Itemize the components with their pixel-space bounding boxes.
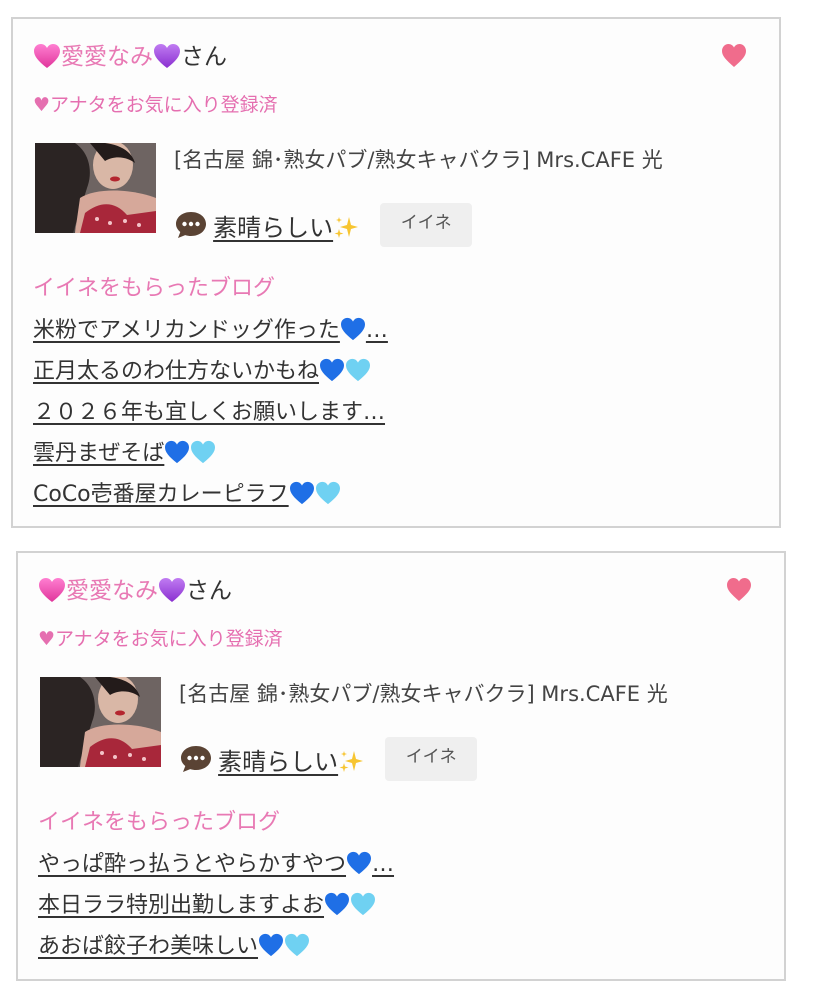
blog-heading: イイネをもらったブログ: [33, 276, 276, 301]
light-blue-heart-icon: [191, 440, 216, 464]
comment-link[interactable]: 素晴らしい: [213, 214, 359, 242]
blog-link[interactable]: CoCo壱番屋カレーピラフ: [33, 481, 341, 507]
user-line: 愛愛なみ さん: [33, 37, 227, 77]
blog-list: 米粉でアメリカンドッグ作った… 正月太るのわ仕方ないかもね ２０２６年も宜しくお…: [33, 312, 388, 517]
blue-heart-icon: [165, 440, 190, 464]
blog-link[interactable]: 米粉でアメリカンドッグ作った…: [33, 317, 388, 343]
blog-link[interactable]: ２０２６年も宜しくお願いします…: [33, 400, 385, 425]
blog-link[interactable]: 雲丹まぜそば: [33, 440, 216, 466]
comment-link[interactable]: 素晴らしい: [218, 748, 364, 776]
blog-item: やっぱ酔っ払うとやらかすやつ…: [38, 846, 394, 887]
speech-bubble-icon: [176, 212, 206, 238]
blue-heart-icon: [347, 851, 372, 875]
iine-badge: イイネ: [380, 203, 473, 247]
blue-heart-icon: [259, 933, 284, 957]
blog-heading: イイネをもらったブログ: [38, 810, 281, 835]
blog-item: あおば餃子わ美味しい: [38, 928, 394, 969]
user-name-link[interactable]: 愛愛なみ: [66, 578, 158, 604]
sparkles-icon: [339, 750, 364, 772]
like-card: 愛愛なみ さん ♥アナタをお気に入り登録済 [名古屋 錦･熟女パブ/熟女キャバクラ…: [11, 17, 781, 528]
user-name-link[interactable]: 愛愛なみ: [61, 44, 153, 70]
iine-badge: イイネ: [385, 737, 478, 781]
shop-name: [名古屋 錦･熟女パブ/熟女キャバクラ] Mrs.CAFE 光: [179, 682, 668, 706]
blog-link[interactable]: やっぱ酔っ払うとやらかすやつ…: [38, 851, 394, 877]
heart-icon[interactable]: [726, 577, 752, 603]
blog-item: 本日ララ特別出勤しますよお: [38, 887, 394, 928]
heart-icon[interactable]: [721, 43, 747, 69]
light-blue-heart-icon: [346, 358, 371, 382]
like-card: 愛愛なみ さん ♥アナタをお気に入り登録済 [名古屋 錦･熟女パブ/熟女キャバクラ…: [16, 551, 786, 981]
blog-item: ２０２６年も宜しくお願いします…: [33, 394, 388, 435]
purple-heart-icon: [154, 44, 180, 68]
profile-thumbnail[interactable]: [35, 143, 156, 233]
pink-heart-icon: [34, 44, 60, 68]
user-suffix: さん: [181, 44, 227, 70]
blog-item: 正月太るのわ仕方ないかもね: [33, 353, 388, 394]
light-blue-heart-icon: [351, 892, 376, 916]
light-blue-heart-icon: [315, 481, 340, 505]
blog-item: CoCo壱番屋カレーピラフ: [33, 476, 388, 517]
comment-row: 素晴らしい イイネ: [174, 203, 473, 247]
light-blue-heart-icon: [285, 933, 310, 957]
blog-link[interactable]: 正月太るのわ仕方ないかもね: [33, 358, 371, 384]
user-suffix: さん: [186, 578, 232, 604]
blue-heart-icon: [320, 358, 345, 382]
shop-name: [名古屋 錦･熟女パブ/熟女キャバクラ] Mrs.CAFE 光: [174, 148, 663, 172]
blog-list: やっぱ酔っ払うとやらかすやつ… 本日ララ特別出勤しますよお あおば餃子わ美味しい: [38, 846, 394, 969]
blog-link[interactable]: あおば餃子わ美味しい: [38, 933, 310, 959]
purple-heart-icon: [159, 578, 185, 602]
favorite-status: ♥アナタをお気に入り登録済: [38, 628, 283, 650]
blue-heart-icon: [325, 892, 350, 916]
pink-heart-icon: [39, 578, 65, 602]
blog-item: 雲丹まぜそば: [33, 435, 388, 476]
favorite-status: ♥アナタをお気に入り登録済: [33, 94, 278, 116]
blog-link[interactable]: 本日ララ特別出勤しますよお: [38, 892, 376, 918]
comment-row: 素晴らしい イイネ: [179, 737, 478, 781]
blue-heart-icon: [289, 481, 314, 505]
sparkles-icon: [334, 216, 359, 238]
blue-heart-icon: [340, 317, 365, 341]
speech-bubble-icon: [181, 746, 211, 772]
user-line: 愛愛なみ さん: [38, 571, 232, 611]
profile-thumbnail[interactable]: [40, 677, 161, 767]
blog-item: 米粉でアメリカンドッグ作った…: [33, 312, 388, 353]
